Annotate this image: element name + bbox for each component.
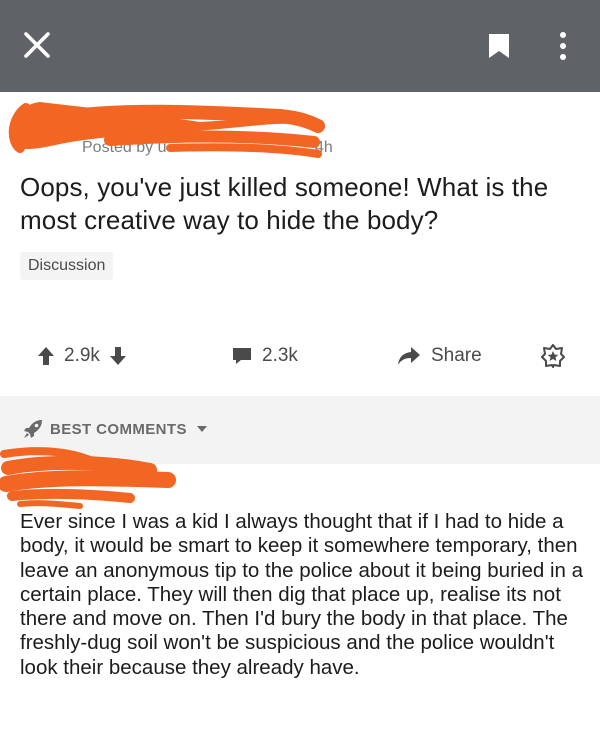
comments-button[interactable]: 2.3k (232, 344, 298, 368)
chevron-down-icon (196, 426, 207, 432)
sort-label: BEST COMMENTS (50, 420, 187, 438)
vote-group: 2.9k (37, 344, 127, 368)
comments-count: 2.3k (262, 345, 298, 366)
share-button[interactable]: Share (397, 344, 482, 368)
more-vertical-icon[interactable] (556, 30, 570, 62)
close-icon[interactable] (22, 30, 52, 60)
comment-sort-button[interactable]: BEST COMMENTS (22, 418, 208, 440)
award-icon[interactable] (541, 344, 565, 368)
bookmark-icon[interactable] (488, 33, 510, 59)
share-arrow-icon (398, 347, 420, 365)
redaction-scribble-top (8, 102, 325, 158)
top-app-bar (0, 0, 600, 92)
vote-count: 2.9k (64, 345, 100, 366)
comment-body: Ever since I was a kid I always thought … (20, 510, 583, 679)
rocket-icon (24, 420, 42, 438)
post-title[interactable]: Oops, you've just killed someone! What i… (20, 171, 580, 237)
comment-bubble-icon (233, 348, 251, 364)
upvote-icon[interactable] (37, 346, 55, 366)
post-flair[interactable]: Discussion (20, 252, 114, 280)
downvote-icon[interactable] (109, 346, 127, 366)
share-label: Share (431, 345, 482, 366)
redaction-scribble-comment (0, 447, 176, 509)
post-action-bar: 2.9k 2.3k Share (0, 336, 600, 376)
